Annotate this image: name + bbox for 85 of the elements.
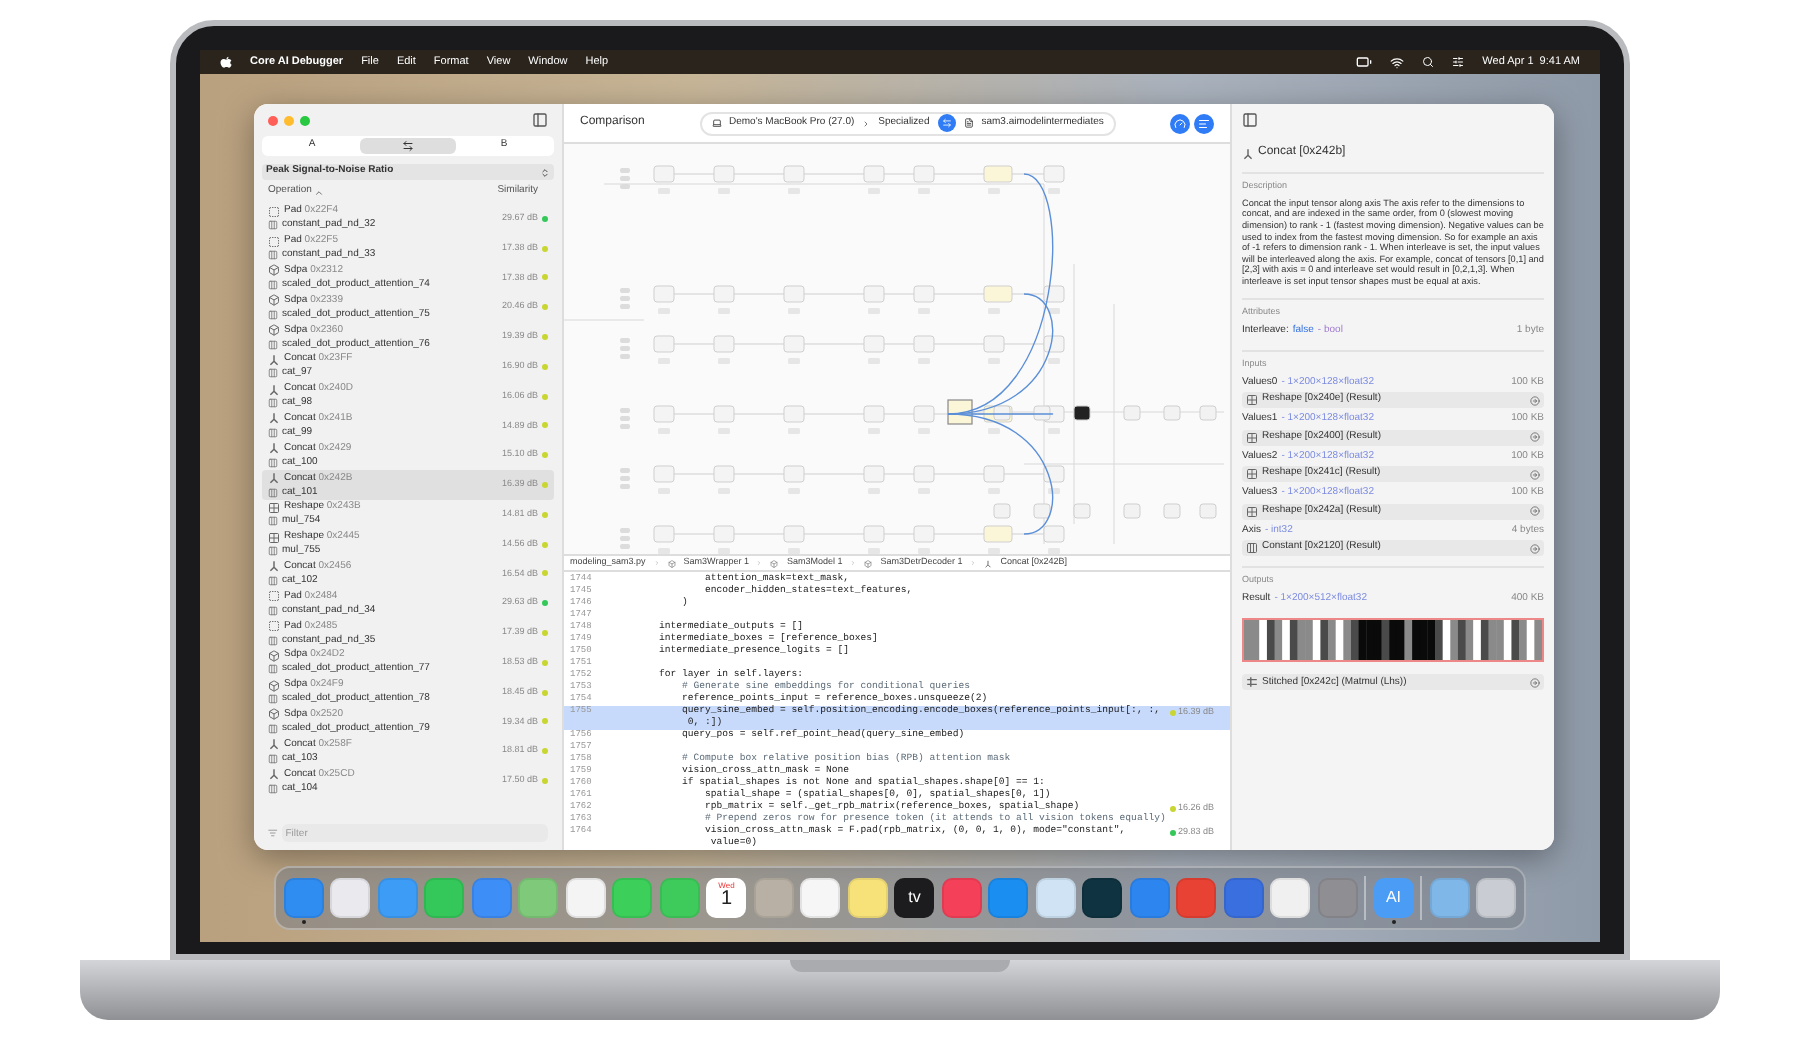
grid-icon [268, 501, 280, 514]
battery-icon[interactable] [1356, 54, 1373, 70]
tensor-icon [268, 368, 278, 379]
tensor-icon [268, 723, 278, 734]
gauge-icon [1174, 117, 1187, 129]
app-icon[interactable]: tv [894, 878, 935, 918]
grid-icon [1246, 431, 1258, 443]
app-icon[interactable] [330, 878, 371, 918]
go-to-icon[interactable] [1530, 395, 1540, 405]
swap-icon [402, 140, 414, 152]
concat-icon [268, 738, 280, 751]
grid-icon [1246, 468, 1258, 480]
tensor-icon [268, 339, 278, 350]
minimize-button[interactable] [284, 115, 294, 125]
tensor-icon [268, 783, 278, 794]
matmul-icon [1246, 676, 1258, 689]
tensor-icon [268, 546, 278, 557]
tensor-icon [268, 635, 278, 646]
tensor-icon [268, 250, 278, 261]
concat-icon [984, 559, 993, 567]
app-icon[interactable] [1270, 878, 1311, 918]
concat-icon [268, 383, 280, 396]
cube-icon [268, 708, 280, 721]
updown-chevron-icon [540, 167, 550, 177]
cube-icon [268, 294, 280, 307]
close-button[interactable] [268, 115, 278, 125]
tensor-icon [268, 753, 278, 764]
grid-icon [1246, 394, 1258, 406]
wifi-icon[interactable] [1390, 55, 1405, 69]
sort-ascending-icon [313, 187, 324, 197]
concat-icon [268, 412, 280, 425]
tensor-icon [268, 309, 278, 320]
gauge-button[interactable] [1170, 113, 1191, 133]
cube-icon [864, 559, 873, 567]
apple-logo-icon[interactable] [220, 55, 232, 69]
tensor-icon [268, 487, 278, 498]
concat-icon [268, 353, 280, 366]
cube-icon [268, 324, 280, 337]
concat-icon [268, 768, 280, 781]
go-to-icon[interactable] [1530, 469, 1540, 479]
grid-icon [268, 531, 280, 544]
app-icon[interactable] [1476, 878, 1517, 918]
filter-icon [268, 828, 278, 838]
cube-icon [770, 559, 779, 567]
app-icon[interactable] [565, 878, 606, 918]
cube-icon [268, 264, 280, 277]
concat-icon [268, 442, 280, 455]
lines-icon [1198, 117, 1211, 129]
tensor-icon [268, 664, 278, 675]
cube-icon [667, 559, 676, 567]
grid-icon [1246, 505, 1258, 517]
tensor-icon [268, 279, 278, 290]
app-icon[interactable] [800, 878, 841, 918]
control-center-icon[interactable] [1452, 56, 1465, 68]
swap-icon [941, 118, 952, 128]
concat-icon [268, 560, 280, 573]
tensor-icon [268, 605, 278, 616]
concat-icon [268, 472, 280, 485]
app-icon[interactable] [1035, 878, 1076, 918]
tensor-icon [268, 398, 278, 409]
tensor-icon [268, 516, 278, 527]
file-icon [963, 118, 974, 128]
source-button[interactable] [1194, 113, 1215, 133]
tensor-icon [268, 694, 278, 705]
tensor-icon [268, 220, 278, 231]
tensor-icon [268, 457, 278, 468]
segment-tab[interactable] [360, 138, 456, 154]
concat-icon [1242, 147, 1254, 159]
app-icon[interactable] [1082, 878, 1123, 918]
columns-icon [1246, 542, 1258, 554]
zoom-button[interactable] [300, 115, 310, 125]
go-to-icon[interactable] [1530, 506, 1540, 516]
go-to-icon[interactable] [1530, 432, 1540, 442]
tensor-icon [268, 575, 278, 586]
tensor-icon [268, 427, 278, 438]
go-to-icon[interactable] [1530, 543, 1540, 553]
search-icon[interactable] [1422, 56, 1435, 68]
swap-button[interactable] [937, 114, 956, 132]
sidebar-toggle-icon[interactable] [532, 112, 548, 128]
cube-icon [268, 649, 280, 662]
cube-icon [268, 679, 280, 692]
panel-toggle-icon[interactable] [1242, 112, 1258, 128]
laptop-icon [711, 118, 721, 128]
app-icon[interactable] [847, 878, 888, 918]
go-to-icon[interactable] [1530, 677, 1540, 688]
